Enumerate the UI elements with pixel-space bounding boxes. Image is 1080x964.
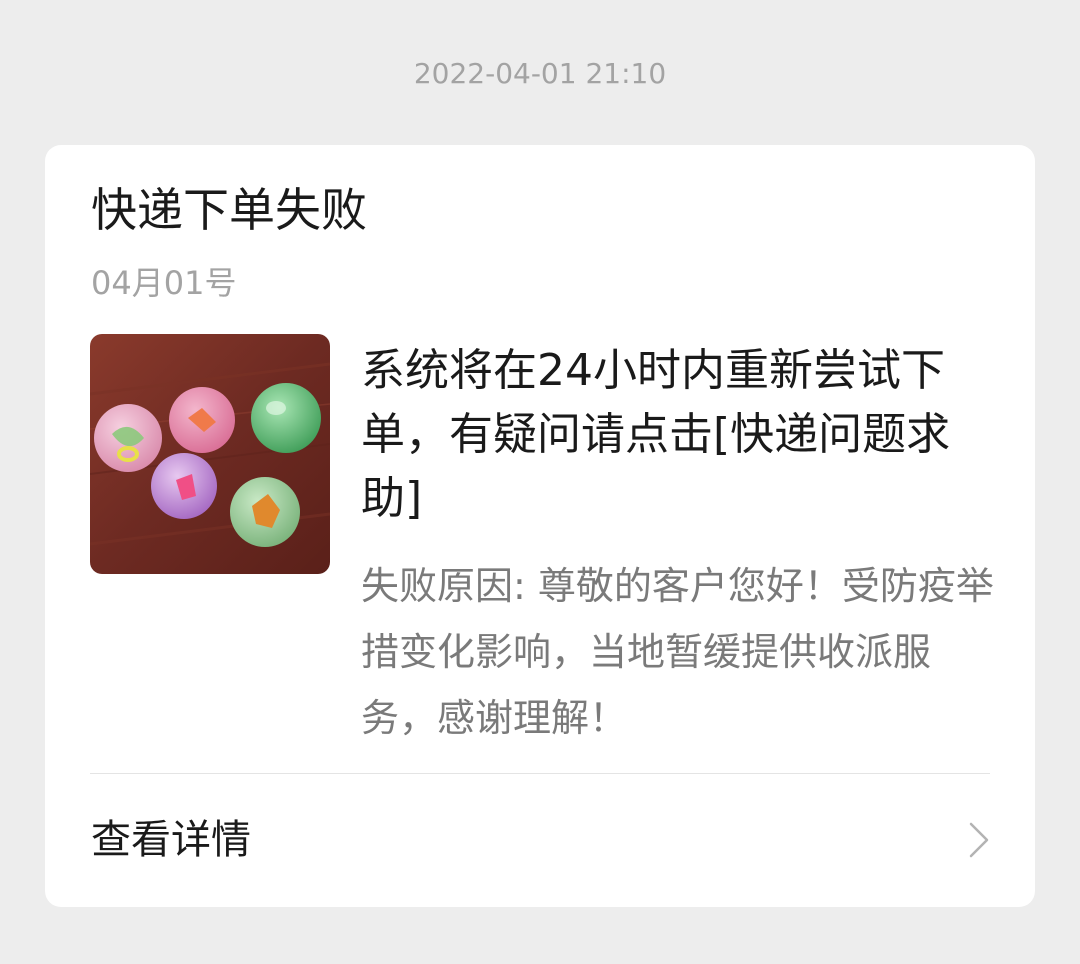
view-details-label: 查看详情	[91, 817, 251, 863]
failure-reason-text: 失败原因: 尊敬的客户您好！受防疫举措变化影响，当地暂缓提供收派服务，感谢理解！	[361, 564, 994, 740]
thumbnail-photo	[90, 334, 330, 574]
card-date: 04月01号	[91, 264, 237, 302]
card-main-text[interactable]: 系统将在24小时内重新尝试下单，有疑问请点击[快递问题求助]	[361, 339, 1001, 531]
view-details-button[interactable]: 查看详情	[45, 774, 1035, 907]
chevron-right-icon	[969, 822, 989, 858]
notification-card[interactable]: 快递下单失败 04月01号 系统将在24小时内重新尝试下单，有疑问请点击[快递问…	[45, 145, 1035, 907]
card-title: 快递下单失败	[91, 183, 367, 237]
message-timestamp: 2022-04-01 21:10	[413, 57, 667, 90]
product-thumbnail[interactable]	[90, 334, 330, 574]
